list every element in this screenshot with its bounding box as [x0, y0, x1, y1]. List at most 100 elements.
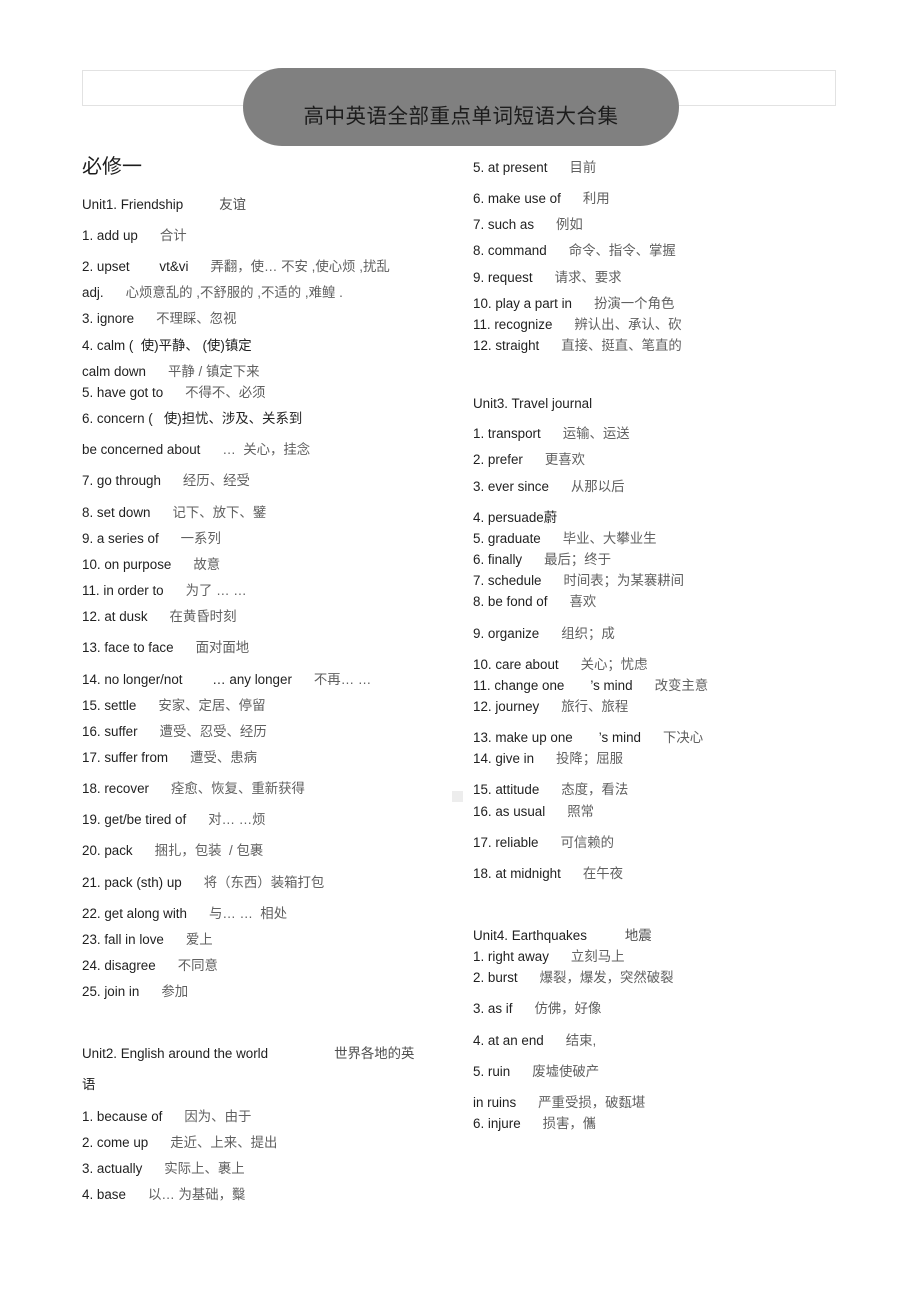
- vocab-term: 13. make up one ’s mind: [473, 730, 641, 746]
- vocab-gloss: 以… 为基础，糳: [147, 1187, 246, 1202]
- vocab-entry: 12. journey 旅行、旅程: [473, 698, 853, 715]
- vocab-entry: 3. actually 实际上、裹上: [82, 1160, 462, 1177]
- vocab-gloss: 命令、指令、掌握: [568, 243, 676, 259]
- unit1-heading-en: Unit1. Friendship: [82, 197, 184, 212]
- vocab-gloss: 毕业、大攀业生: [562, 530, 657, 546]
- vocab-gloss: 对… …烦: [208, 812, 266, 828]
- vocab-term: 22. get along with: [82, 905, 187, 921]
- unit2-continued-entry-list: 5. at present 目前 6. make use of 利用 7. such a…: [473, 159, 853, 354]
- vocab-entry: 2. prefer 更喜欢: [473, 451, 853, 468]
- vocab-entry: 6. finally 最后；终于: [473, 551, 853, 568]
- unit2-heading: Unit2. English around the world 世界各地的英: [82, 1042, 462, 1062]
- vocab-gloss: 旅行、旅程: [561, 698, 629, 714]
- vocab-term: 19. get/be tired of: [82, 812, 187, 828]
- vocab-term: 6. make use of: [473, 191, 561, 207]
- unit4-entry-list: 1. right away 立刻马上 2. burst 爆裂，爆发，突然破裂 3. as…: [473, 948, 853, 1132]
- vocab-gloss: 走近、上来、提出: [170, 1134, 278, 1150]
- vocab-term: 24. disagree: [82, 958, 156, 974]
- vocab-gloss: 照常: [567, 803, 594, 819]
- vocab-entry: 24. disagree 不同意: [82, 957, 462, 974]
- vocab-gloss: 在午夜: [582, 865, 624, 881]
- vocab-gloss: 不再… …: [313, 671, 372, 687]
- vocab-entry: 6. concern ( 使)担忧、涉及、关系到: [82, 410, 462, 427]
- vocab-gloss: 捆扎，包装 / 包裹: [154, 843, 264, 859]
- vocab-gloss: 合计: [159, 228, 187, 243]
- vocab-entry: 5. graduate 毕业、大攀业生: [473, 530, 853, 547]
- vocab-entry: 11. change one ’s mind 改变主意: [473, 677, 853, 694]
- vocab-term: calm down: [82, 363, 147, 379]
- vocab-gloss: 将（东西）装箱打包: [203, 874, 325, 890]
- vocab-term: 18. at midnight: [473, 865, 561, 881]
- vocab-gloss: 关心；忧虑: [580, 656, 648, 672]
- vocab-term: 17. reliable: [473, 834, 539, 850]
- vocab-term: 15. settle: [82, 697, 137, 713]
- vocab-entry: 16. suffer 遭受、忍受、经历: [82, 723, 462, 740]
- vocab-gloss: 遭受、忍受、经历: [159, 723, 267, 739]
- vocab-term: 7. schedule: [473, 573, 542, 589]
- vocab-entry: 2. come up 走近、上来、提出: [82, 1134, 462, 1151]
- vocab-term: 10. play a part in: [473, 295, 573, 311]
- vocab-entry: 1. because of 因为、由于: [82, 1108, 462, 1125]
- vocab-term: 8. set down: [82, 504, 151, 520]
- vocab-gloss: 不得不、必须: [185, 384, 266, 400]
- vocab-entry: 15. settle 安家、定居、停留: [82, 697, 462, 714]
- vocab-term: 5. have got to: [82, 384, 164, 400]
- vocab-entry: 7. such as 例如: [473, 216, 853, 233]
- vocab-term: 11. recognize: [473, 316, 553, 332]
- vocab-entry: 10. on purpose 故意: [82, 556, 462, 573]
- vocab-term: 7. go through: [82, 473, 161, 489]
- vocab-term: 4. persuade蔚: [473, 509, 558, 525]
- vocab-gloss: 态度，看法: [561, 782, 629, 798]
- vocab-entry: 2. upset vt&vi 弄翻，使… 不安 ,使心烦 ,扰乱: [82, 258, 462, 275]
- vocab-term: 3. actually: [82, 1160, 143, 1176]
- vocab-term: 12. straight: [473, 338, 540, 354]
- document-header: 高中英语全部重点单词短语大合集: [0, 0, 920, 150]
- document-body: 必修一 Unit1. Friendship 友谊 1. add up 合计 2. up…: [0, 150, 920, 1303]
- vocab-gloss: 辨认出、承认、砍: [574, 316, 682, 332]
- section-heading-compulsory-one: 必修一: [82, 154, 142, 178]
- vocab-gloss: 不理睬、忽视: [156, 311, 237, 327]
- vocab-term: be concerned about: [82, 442, 201, 458]
- vocab-entry: 10. play a part in 扮演一个角色: [473, 295, 853, 312]
- vocab-entry: 7. go through 经历、经受: [82, 472, 462, 489]
- unit3-heading-en: Unit3. Travel journal: [473, 396, 593, 412]
- vocab-gloss: 安家、定居、停留: [158, 697, 266, 713]
- vocab-entry: 18. at midnight 在午夜: [473, 865, 853, 882]
- vocab-entry: 17. reliable 可信赖的: [473, 834, 853, 851]
- vocab-entry: 6. injure 损害，儶: [473, 1115, 853, 1132]
- vocab-term: 8. command: [473, 243, 547, 259]
- vocab-gloss: 经历、经受: [182, 473, 250, 489]
- vocab-gloss: 实际上、裹上: [164, 1160, 245, 1176]
- vocab-term: 2. come up: [82, 1134, 149, 1150]
- vocab-gloss: 可信赖的: [560, 834, 615, 850]
- vocab-gloss: 与… … 相处: [208, 905, 288, 921]
- vocab-entry: 21. pack (sth) up 将（东西）装箱打包: [82, 874, 462, 891]
- vocab-term: 9. request: [473, 269, 533, 285]
- right-column: 5. at present 目前 6. make use of 利用 7. such a…: [473, 150, 853, 1132]
- vocab-gloss: 面对面地: [195, 640, 250, 656]
- vocab-gloss: 请求、要求: [554, 269, 622, 285]
- vocab-term: 13. face to face: [82, 640, 174, 656]
- vocab-term: in ruins: [473, 1094, 517, 1110]
- unit3-heading: Unit3. Travel journal: [473, 396, 853, 411]
- vocab-term: 8. be fond of: [473, 594, 548, 610]
- vocab-term: 4. calm ( 使)平静、 (使)镇定: [82, 337, 252, 353]
- vocab-entry: 14. no longer/not … any longer 不再… …: [82, 671, 462, 688]
- vocab-entry: 5. at present 目前: [473, 159, 853, 176]
- vocab-entry: 8. command 命令、指令、掌握: [473, 242, 853, 259]
- vocab-entry: adj. 心烦意乱的 ,不舒服的 ,不适的 ,难鳇 .: [82, 284, 462, 301]
- unit2-heading-en: Unit2. English around the world: [82, 1046, 269, 1062]
- vocab-gloss: 参加: [161, 984, 189, 1000]
- vocab-gloss: 时间表；为某褰耕间: [563, 573, 685, 589]
- vocab-gloss: 利用: [582, 191, 610, 207]
- title-banner-pill: 高中英语全部重点单词短语大合集: [243, 68, 679, 146]
- vocab-entry: 3. as if 仿佛，好像: [473, 1000, 853, 1017]
- vocab-entry: 4. calm ( 使)平静、 (使)镇定: [82, 337, 462, 354]
- vocab-term: 16. as usual: [473, 803, 546, 819]
- vocab-term: 4. base: [82, 1187, 126, 1202]
- vocab-gloss: 平静 / 镇定下来: [168, 363, 260, 379]
- vocab-gloss: 从那以后: [570, 478, 625, 494]
- vocab-term: 17. suffer from: [82, 749, 169, 765]
- vocab-gloss: 直接、挺直、笔直的: [561, 338, 682, 354]
- vocab-gloss: 一系列: [180, 530, 221, 546]
